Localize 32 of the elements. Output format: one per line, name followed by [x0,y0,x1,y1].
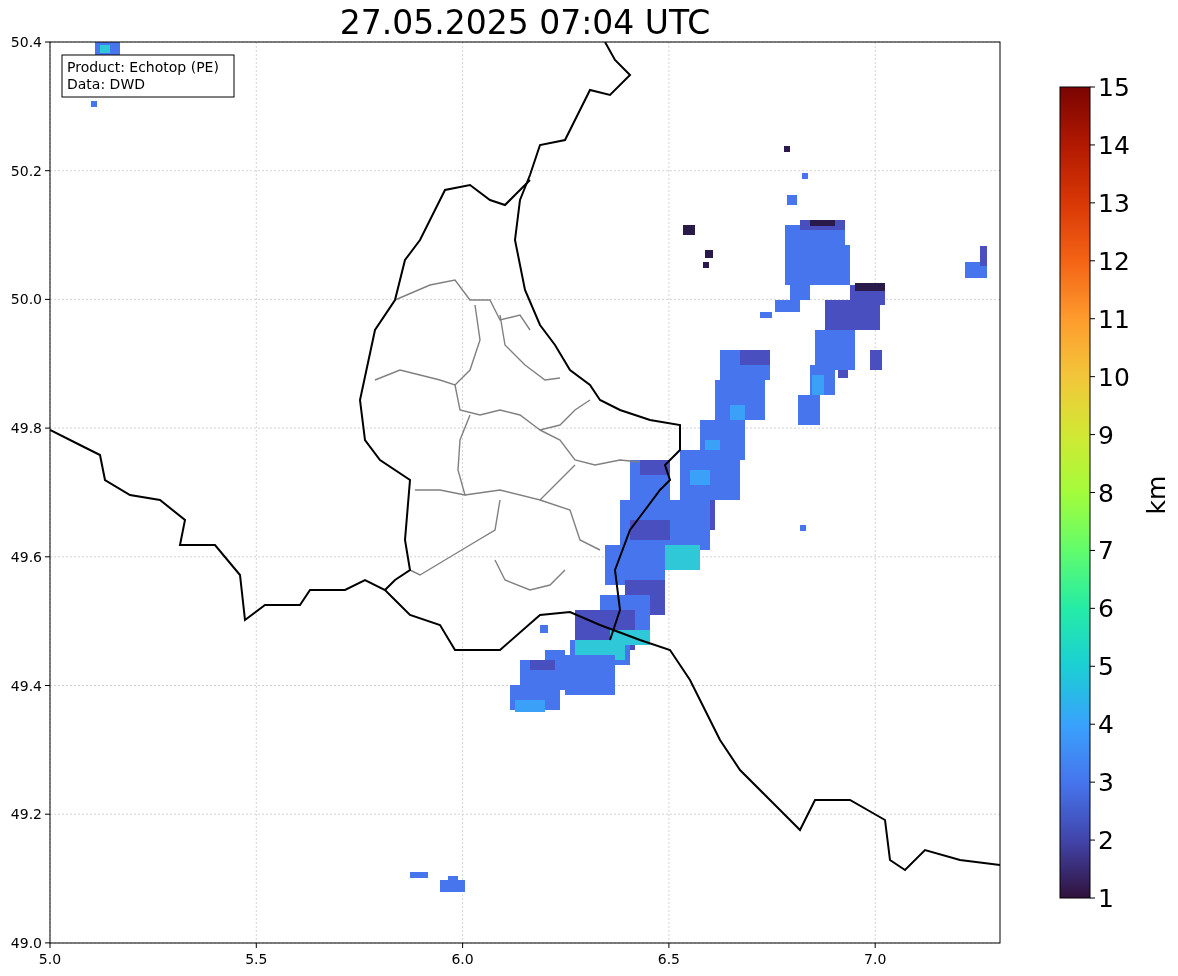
y-tick-label: 49.4 [10,677,42,694]
x-tick-label: 6.5 [657,951,681,967]
colorbar-tick-label: 4 [1098,710,1114,740]
info-text: Data: DWD [67,76,145,92]
colorbar-tick-label: 13 [1098,188,1130,218]
x-tick-label: 5.0 [38,951,62,967]
colorbar-tick-label: 12 [1098,246,1130,276]
y-tick-label: 49.0 [10,934,42,951]
colorbar-tick-label: 1 [1098,884,1114,913]
x-tick-label: 7.0 [864,951,887,967]
colorbar-tick-label: 10 [1098,362,1130,392]
y-tick-label: 50.2 [10,162,42,179]
colorbar-tick-label: 6 [1098,594,1114,624]
colorbar-tick-label: 7 [1098,536,1114,566]
colorbar-tick-label: 15 [1098,73,1130,102]
x-tick-label: 6.0 [451,951,474,967]
info-text: Product: Echotop (PE) [67,59,219,75]
colorbar-tick-label: 5 [1098,652,1114,682]
colorbar-tick-label: 14 [1098,130,1130,160]
colorbar-tick-label: 11 [1098,304,1130,334]
colorbar-tick-label: 3 [1098,768,1114,798]
y-tick-label: 49.6 [10,548,42,565]
colorbar-tick-label: 9 [1098,420,1114,450]
colorbar-tick-label: 2 [1098,826,1114,856]
y-tick-label: 50.0 [10,291,42,308]
y-tick-label: 50.4 [10,34,42,50]
colorbar-label: km [1142,475,1171,515]
colorbar-tick-label: 8 [1098,478,1114,508]
plot-title: 27.05.2025 07:04 UTC [339,3,711,42]
x-tick-label: 5.5 [245,951,268,967]
y-tick-label: 49.2 [10,806,42,823]
y-tick-label: 49.8 [10,420,42,437]
